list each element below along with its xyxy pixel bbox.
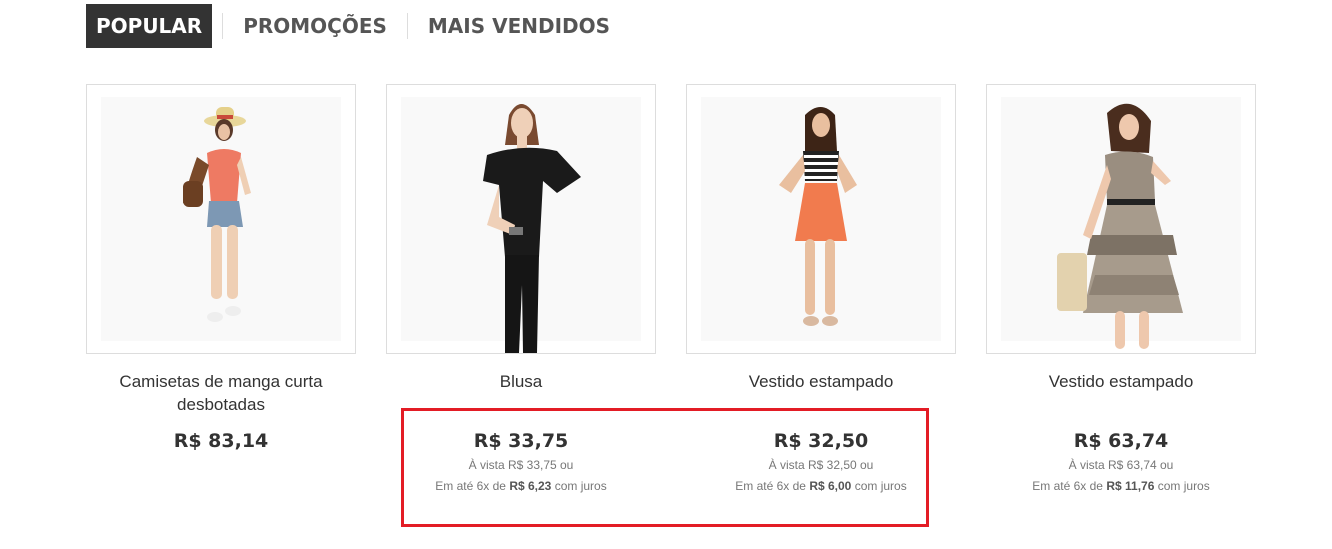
tab-divider xyxy=(406,13,408,39)
product-price-block: R$ 83,14 xyxy=(86,428,356,454)
product-photo xyxy=(779,107,857,326)
tab-mais-vendidos[interactable]: MAIS VENDIDOS xyxy=(418,4,620,48)
product-price-block: R$ 63,74 À vista R$ 63,74 ou Em até 6x d… xyxy=(986,428,1256,494)
product-name[interactable]: Vestido estampado xyxy=(986,370,1256,393)
product-tabs: POPULAR PROMOÇÕES MAIS VENDIDOS xyxy=(86,4,620,48)
installment-text: Em até 6x de R$ 11,76 com juros xyxy=(1032,479,1210,493)
product-price: R$ 63,74 xyxy=(1073,430,1169,452)
product-photo xyxy=(483,104,581,353)
cash-price-text: À vista R$ 63,74 ou xyxy=(1068,458,1174,472)
product-image-link[interactable] xyxy=(986,84,1256,354)
tab-popular[interactable]: POPULAR xyxy=(86,4,213,48)
product-image-link[interactable] xyxy=(86,84,356,354)
tab-divider xyxy=(222,13,224,39)
product-name[interactable]: Blusa xyxy=(386,370,656,393)
product-photo xyxy=(1057,103,1183,349)
product-name[interactable]: Vestido estampado xyxy=(686,370,956,393)
highlight-box xyxy=(401,408,929,527)
product-photo xyxy=(183,107,251,322)
product-price: R$ 83,14 xyxy=(173,430,269,452)
product-card: Blusa xyxy=(386,84,656,393)
product-image-link[interactable] xyxy=(386,84,656,354)
product-card: Vestido estampado xyxy=(986,84,1256,393)
product-card: Camisetas de manga curta desbotadas xyxy=(86,84,356,416)
product-card: Vestido estampado xyxy=(686,84,956,393)
product-image-link[interactable] xyxy=(686,84,956,354)
product-name[interactable]: Camisetas de manga curta desbotadas xyxy=(86,370,356,416)
tab-promocoes[interactable]: PROMOÇÕES xyxy=(233,4,397,48)
installment-value: R$ 11,76 xyxy=(1106,479,1155,493)
